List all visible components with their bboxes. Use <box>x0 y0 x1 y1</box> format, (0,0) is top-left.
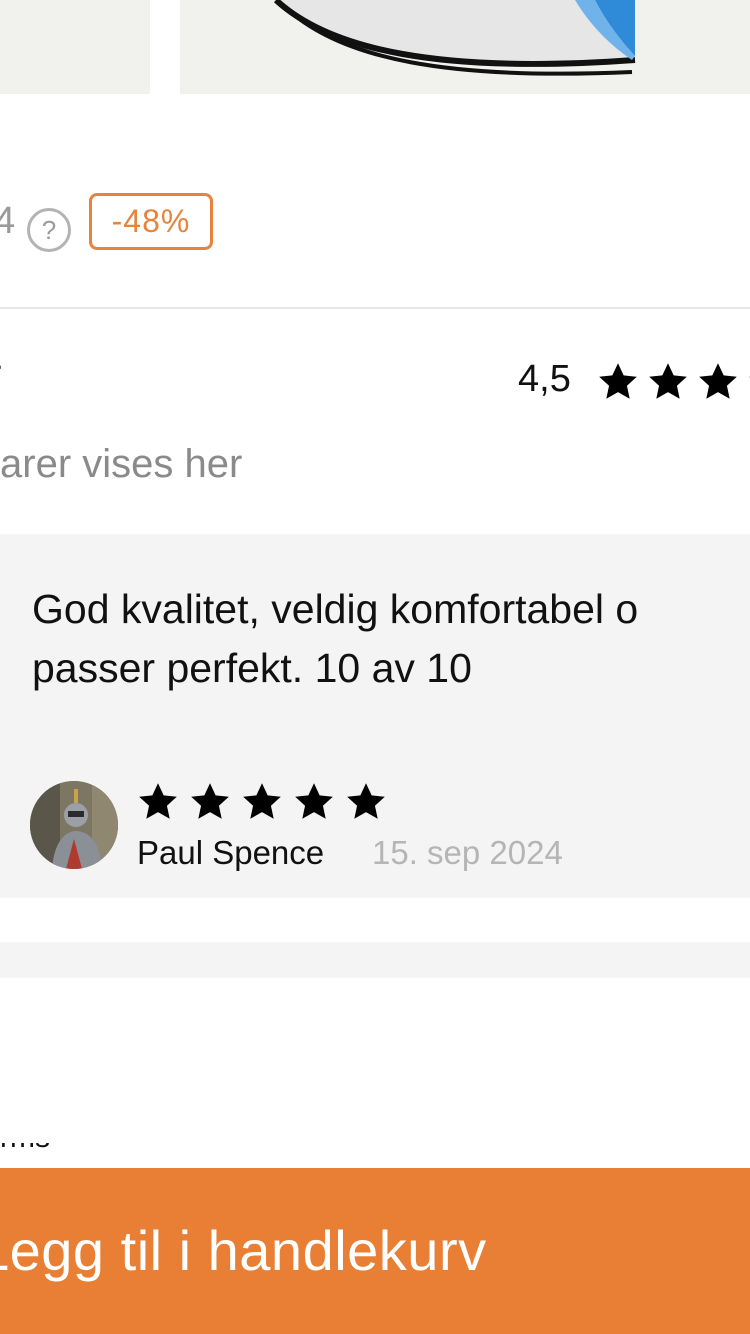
star-icon <box>649 363 687 399</box>
product-page: 4 ? -48% r 4,5 arer vises her God kvalit… <box>0 0 750 1334</box>
review-date: 15. sep 2024 <box>372 834 563 871</box>
star-icon <box>347 783 385 819</box>
cap-illustration <box>180 0 750 94</box>
section-separator <box>0 942 750 978</box>
help-icon[interactable]: ? <box>27 208 71 252</box>
review-text: God kvalitet, veldig komfortabel o passe… <box>32 586 639 691</box>
star-icon <box>243 783 281 819</box>
avatar-photo-icon <box>30 781 118 869</box>
add-to-cart-label: Legg til i handlekurv <box>0 1219 487 1282</box>
reviews-heading: r <box>0 352 1 397</box>
star-icon <box>599 363 637 399</box>
average-rating-stars[interactable] <box>596 360 750 402</box>
reviews-subtitle: arer vises her <box>0 442 243 486</box>
star-icon <box>139 783 177 819</box>
reviewer-name: Paul Spence <box>137 834 325 871</box>
reviewer-avatar <box>30 781 118 869</box>
help-icon-glyph: ? <box>41 215 57 245</box>
product-thumbnail-previous[interactable] <box>0 0 150 94</box>
star-icon <box>699 363 737 399</box>
footer-text-fragment: rms <box>0 1143 60 1153</box>
section-divider <box>0 307 750 309</box>
star-icon <box>295 783 333 819</box>
review-stars <box>136 780 388 822</box>
average-rating-value: 4,5 <box>518 358 571 400</box>
star-icon <box>191 783 229 819</box>
discount-badge: -48% <box>89 193 213 250</box>
price-text: 4 <box>0 200 16 242</box>
footer-text: rms <box>0 1143 60 1153</box>
product-main-image[interactable] <box>180 0 750 94</box>
star-icon <box>749 376 750 378</box>
product-image-strip[interactable] <box>0 0 750 94</box>
